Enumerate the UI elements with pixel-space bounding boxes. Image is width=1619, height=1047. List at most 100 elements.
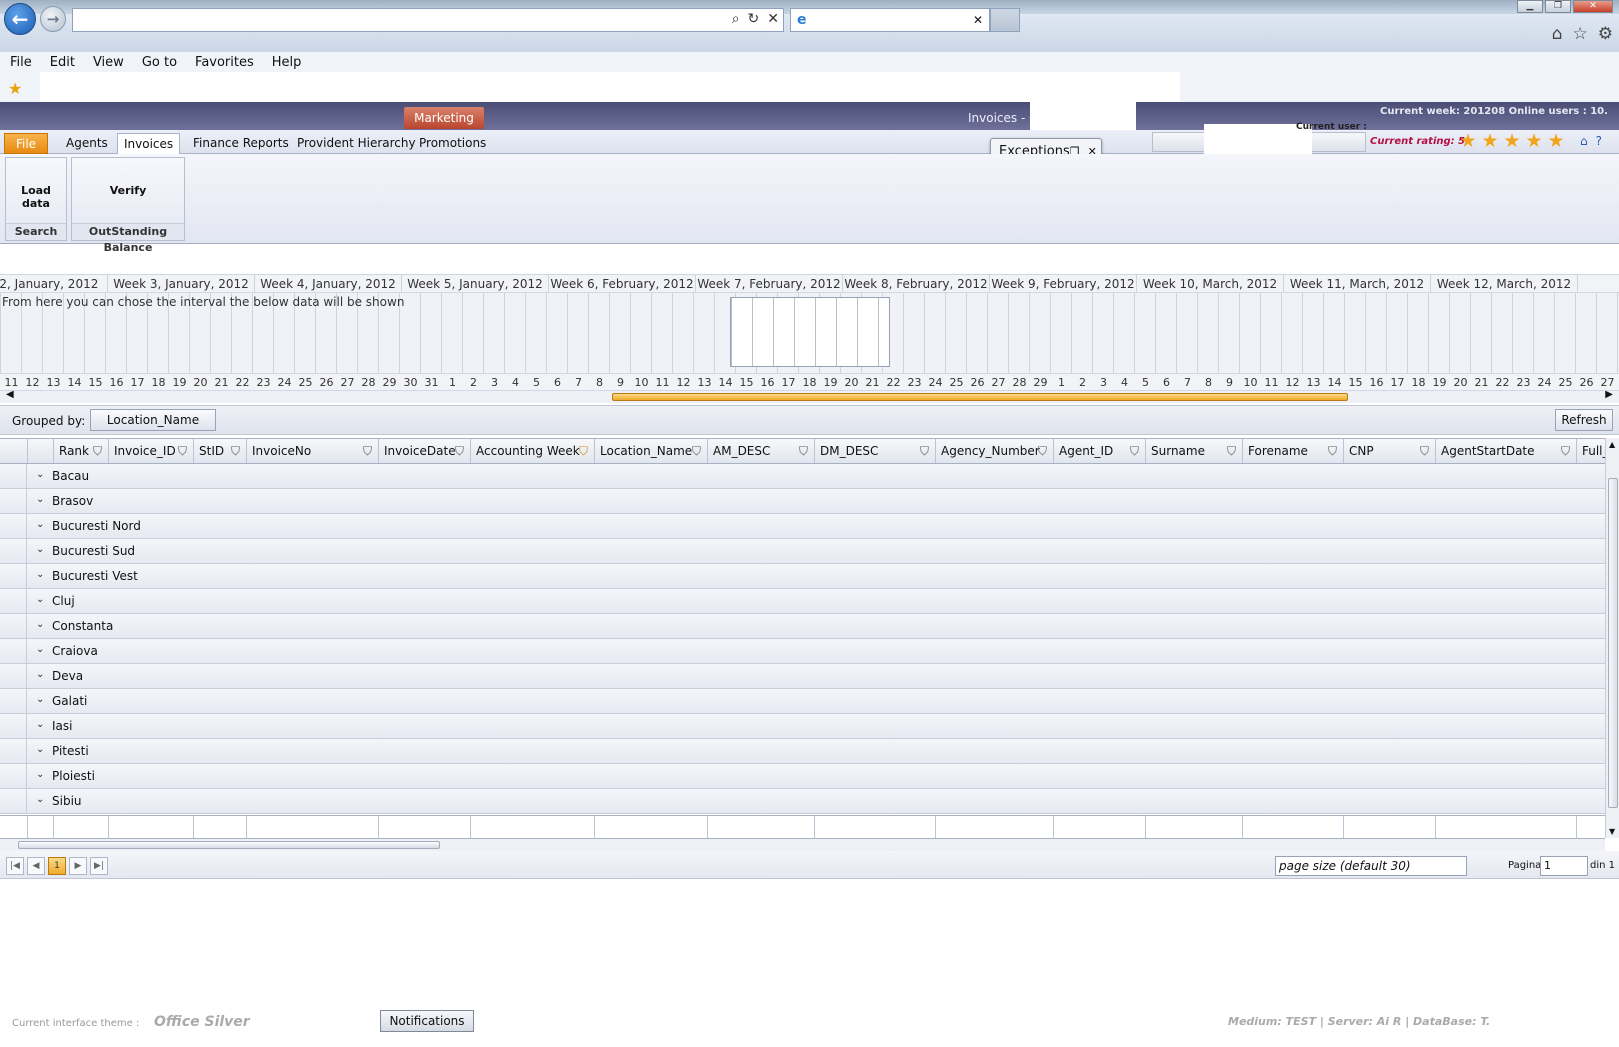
column-header[interactable]: DM_DESC ⛉ (815, 439, 936, 463)
timeline-range-thumb[interactable] (612, 393, 1348, 401)
page-size-input[interactable]: page size (default 30) (1275, 856, 1467, 876)
group-row[interactable]: ⌄ Bucuresti Sud (0, 539, 1605, 564)
filter-icon[interactable]: ⛉ (1328, 439, 1337, 463)
group-row[interactable]: ⌄ Bacau (0, 464, 1605, 489)
column-header[interactable]: Forename ⛉ (1243, 439, 1344, 463)
horizontal-scroll-thumb[interactable] (18, 841, 440, 849)
filter-icon[interactable]: ⛉ (1420, 439, 1429, 463)
tab-agents[interactable]: Agents (60, 133, 114, 154)
favorites-add-icon[interactable]: ★ (8, 79, 22, 98)
first-page-icon[interactable]: |◀ (6, 857, 24, 875)
refresh-button[interactable]: Refresh (1555, 409, 1613, 431)
chevron-down-icon[interactable]: ⌄ (36, 519, 44, 530)
column-header[interactable]: Agent_ID ⛉ (1054, 439, 1146, 463)
pagina-input[interactable]: 1 (1540, 856, 1588, 876)
current-page-button[interactable]: 1 (48, 857, 66, 875)
chevron-down-icon[interactable]: ⌄ (36, 794, 44, 805)
prev-page-icon[interactable]: ◀ (27, 857, 45, 875)
tab-promotions[interactable]: Promotions (413, 133, 492, 154)
tab-file[interactable]: File (4, 133, 48, 154)
filter-icon[interactable]: ⛉ (363, 439, 372, 463)
chevron-down-icon[interactable]: ⌄ (36, 494, 44, 505)
star-icon[interactable]: ★ (1458, 131, 1478, 151)
group-chip-location[interactable]: Location_Name (90, 409, 216, 431)
search-icon[interactable]: ⌕ (732, 11, 740, 27)
column-header[interactable]: Rank ⛉ (54, 439, 109, 463)
star-icon[interactable]: ★ (1502, 131, 1522, 151)
star-icon[interactable]: ★ (1524, 131, 1544, 151)
horizontal-scrollbar[interactable] (0, 839, 1605, 851)
filter-icon[interactable]: ⛉ (1227, 439, 1236, 463)
group-row[interactable]: ⌄ Iasi (0, 714, 1605, 739)
next-page-icon[interactable]: ▶ (69, 857, 87, 875)
close-window-button[interactable]: ✕ (1573, 0, 1613, 13)
filter-icon[interactable]: ⛉ (692, 439, 701, 463)
filter-icon[interactable]: ⛉ (799, 439, 808, 463)
vertical-scrollbar[interactable]: ▲ ▼ (1605, 438, 1619, 838)
menu-favorites[interactable]: Favorites (195, 55, 254, 70)
back-button[interactable]: ← (4, 3, 36, 35)
column-header[interactable]: InvoiceDate ⛉ (379, 439, 471, 463)
chevron-down-icon[interactable]: ⌄ (36, 569, 44, 580)
column-header[interactable]: Surname ⛉ (1146, 439, 1243, 463)
stop-icon[interactable]: ✕ (767, 11, 779, 27)
chevron-down-icon[interactable]: ⌄ (36, 694, 44, 705)
chevron-down-icon[interactable]: ⌄ (36, 644, 44, 655)
column-header[interactable]: AM_DESC ⛉ (708, 439, 815, 463)
chevron-down-icon[interactable]: ⌄ (36, 769, 44, 780)
chevron-down-icon[interactable]: ⌄ (36, 469, 44, 480)
column-header[interactable]: InvoiceNo ⛉ (247, 439, 379, 463)
group-row[interactable]: ⌄ Brasov (0, 489, 1605, 514)
menu-edit[interactable]: Edit (50, 55, 75, 70)
filter-icon[interactable]: ⛉ (1038, 439, 1047, 463)
timeline-selection[interactable] (730, 297, 890, 367)
chevron-down-icon[interactable]: ⌄ (36, 669, 44, 680)
group-row[interactable]: ⌄ Constanta (0, 614, 1605, 639)
last-page-icon[interactable]: ▶| (90, 857, 108, 875)
tab-invoices[interactable]: Invoices (117, 133, 181, 154)
minimize-button[interactable]: ▁ (1517, 0, 1543, 13)
maximize-button[interactable]: ❐ (1545, 0, 1571, 13)
filter-icon[interactable]: ⛉ (1561, 439, 1570, 463)
filter-icon[interactable]: ⛉ (178, 439, 187, 463)
scroll-down-icon[interactable]: ▼ (1609, 827, 1615, 836)
group-row[interactable]: ⌄ Deva (0, 664, 1605, 689)
marketing-tab[interactable]: Marketing (404, 107, 484, 129)
column-header[interactable]: Agency_Number ⛉ (936, 439, 1054, 463)
verify-button[interactable]: Verify (72, 184, 184, 197)
help-icon[interactable]: ? (1596, 134, 1602, 148)
home-icon[interactable]: ⌂ (1552, 24, 1563, 44)
group-row[interactable]: ⌄ Bucuresti Nord (0, 514, 1605, 539)
star-icon[interactable]: ★ (1546, 131, 1566, 151)
column-header[interactable]: StID ⛉ (194, 439, 247, 463)
settings-gear-icon[interactable]: ⚙ (1598, 24, 1613, 44)
filter-icon[interactable]: ⛉ (93, 439, 102, 463)
chevron-down-icon[interactable]: ⌄ (36, 719, 44, 730)
chevron-down-icon[interactable]: ⌄ (36, 544, 44, 555)
browser-tab[interactable]: e ✕ (790, 8, 990, 32)
menu-file[interactable]: File (10, 55, 32, 70)
star-icon[interactable]: ★ (1480, 131, 1500, 151)
vertical-scroll-thumb[interactable] (1608, 478, 1618, 808)
group-row[interactable]: ⌄ Cluj (0, 589, 1605, 614)
address-bar[interactable]: ⌕ ↻ ✕ (72, 8, 784, 32)
column-header[interactable]: AgentStartDate ⛉ (1436, 439, 1577, 463)
menu-goto[interactable]: Go to (142, 55, 177, 70)
new-tab-button[interactable] (990, 8, 1020, 32)
menu-view[interactable]: View (93, 55, 124, 70)
column-header[interactable]: Invoice_ID ⛉ (109, 439, 194, 463)
group-row[interactable]: ⌄ Bucuresti Vest (0, 564, 1605, 589)
load-data-button[interactable]: Load data (6, 184, 66, 210)
group-row[interactable]: ⌄ Galati (0, 689, 1605, 714)
filter-icon[interactable]: ⛉ (579, 439, 588, 463)
group-row[interactable]: ⌄ Craiova (0, 639, 1605, 664)
column-header[interactable]: Location_Name ⛉ (595, 439, 708, 463)
scroll-right-icon[interactable]: ▶ (1605, 389, 1613, 400)
column-header[interactable]: Accounting Week ⛉ (471, 439, 595, 463)
menu-help[interactable]: Help (272, 55, 302, 70)
group-row[interactable]: ⌄ Sibiu (0, 789, 1605, 814)
group-row[interactable]: ⌄ Ploiesti (0, 764, 1605, 789)
filter-icon[interactable]: ⛉ (455, 439, 464, 463)
chevron-down-icon[interactable]: ⌄ (36, 619, 44, 630)
filter-icon[interactable]: ⛉ (1130, 439, 1139, 463)
